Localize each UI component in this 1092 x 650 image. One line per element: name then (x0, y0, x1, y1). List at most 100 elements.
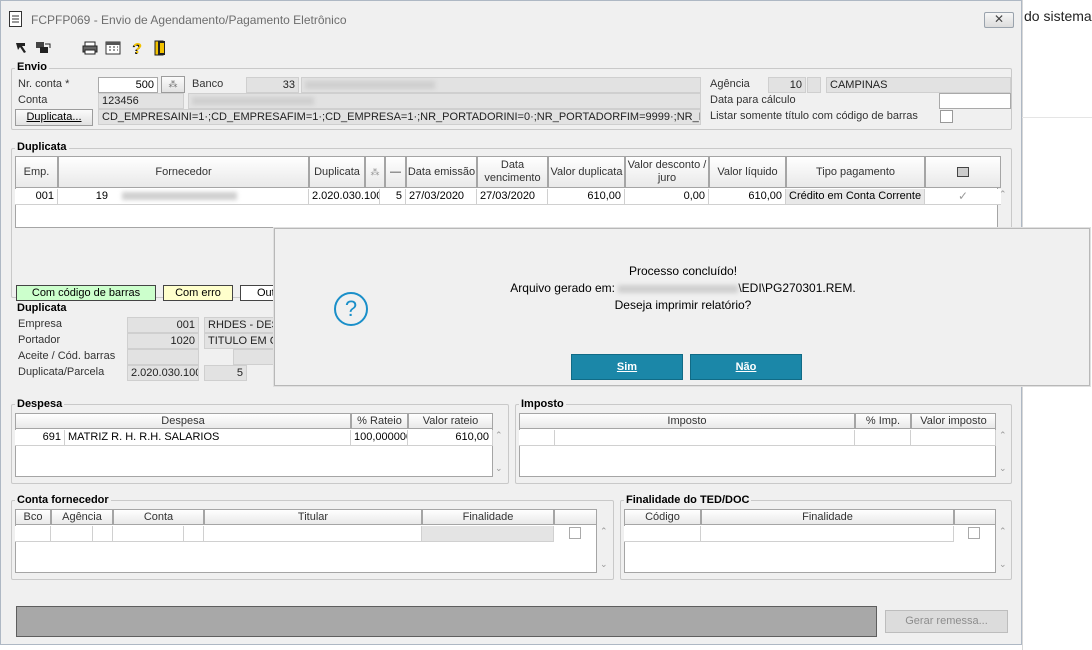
conta-cell (113, 526, 184, 542)
col-despesa[interactable]: Despesa (15, 413, 351, 429)
col-valor-rateio[interactable]: Valor rateio (408, 413, 493, 429)
despesa-name: MATRIZ R. H. R.H. SALARIOS (65, 430, 351, 446)
col-imposto[interactable]: Imposto (519, 413, 855, 429)
nr-conta-lookup-icon[interactable]: ⁂ (161, 76, 185, 93)
filter-text: CD_EMPRESAINI=1·;CD_EMPRESAFIM=1·;CD_EMP… (98, 109, 701, 125)
portador-name: TITULO EM CA (204, 333, 276, 349)
row-fornecedor: 19 (58, 189, 309, 205)
ted-checkbox[interactable] (968, 527, 980, 539)
document-icon (9, 11, 22, 27)
col-valor-duplicata[interactable]: Valor duplicata (548, 156, 625, 188)
col-imp-pct[interactable]: % Imp. (855, 413, 911, 429)
nr-conta-label: Nr. conta * (18, 78, 70, 90)
col-valor-liquido[interactable]: Valor líquido (709, 156, 786, 188)
scroll-up-icon[interactable]: ⌃ (999, 526, 1007, 537)
col-valor-imposto[interactable]: Valor imposto (911, 413, 996, 429)
portador-value: 1020 (127, 333, 199, 349)
scroll-down-icon[interactable]: ⌄ (999, 559, 1007, 570)
conta-value: 123456 (98, 93, 184, 109)
data-calculo-input[interactable] (939, 93, 1011, 109)
nr-conta-input[interactable]: 500 (98, 77, 158, 93)
col-valor-desconto[interactable]: Valor desconto / juro (625, 156, 709, 188)
row-valor-duplicata: 610,00 (548, 189, 625, 205)
scroll-down-icon[interactable]: ⌄ (999, 463, 1007, 474)
empresa-label: Empresa (18, 318, 63, 330)
col-parcela[interactable]: — (385, 156, 406, 188)
data-calculo-label: Data para cálculo (710, 94, 796, 106)
col-agencia[interactable]: Agência (51, 509, 113, 525)
empresa-value: 001 (127, 317, 199, 333)
row-data-vencimento: 27/03/2020 (477, 189, 548, 205)
col-finalidade-ted[interactable]: Finalidade (701, 509, 954, 525)
scroll-down-icon[interactable]: ⌄ (495, 463, 503, 474)
confirmation-dialog: ? Processo concluído! Arquivo gerado em:… (274, 228, 1090, 386)
empresa-name: RHDES - DESE (204, 317, 276, 333)
portador-label: Portador (18, 334, 61, 346)
col-bco[interactable]: Bco (15, 509, 51, 525)
calendar-icon[interactable] (104, 40, 122, 56)
first-icon[interactable] (13, 40, 31, 56)
row-duplicata: 2.020.030.100 (309, 189, 380, 205)
conta-cell (15, 526, 51, 542)
col-tipo-pagamento[interactable]: Tipo pagamento (786, 156, 925, 188)
col-data-emissao[interactable]: Data emissão (406, 156, 477, 188)
col-fornecedor[interactable]: Fornecedor (58, 156, 309, 188)
row-tipo-pagamento: Crédito em Conta Corrente (786, 189, 925, 205)
exit-door-icon[interactable] (151, 40, 169, 56)
duplicata-grid-label: Duplicata (15, 141, 69, 153)
print-icon[interactable] (81, 40, 99, 56)
row-check-icon[interactable]: ✓ (925, 189, 1001, 205)
scroll-up-icon[interactable]: ⌃ (600, 526, 608, 537)
parcela-value: 5 (204, 365, 247, 381)
window-title: FCPFP069 - Envio de Agendamento/Pagament… (31, 13, 347, 27)
col-emp[interactable]: Emp. (15, 156, 58, 188)
help-icon[interactable]: ?? (128, 40, 146, 56)
dialog-message-question: Deseja imprimir relatório? (614, 298, 752, 312)
col-finalidade[interactable]: Finalidade (422, 509, 554, 525)
ted-cell (701, 526, 954, 542)
conta-cell (51, 526, 93, 542)
imposto-cell (911, 430, 996, 446)
col-check[interactable] (554, 509, 597, 525)
despesa-group-label: Despesa (15, 398, 65, 410)
col-rateio[interactable]: % Rateio (351, 413, 408, 429)
background-divider (1022, 117, 1092, 118)
despesa-rateio: 100,000000 (351, 430, 408, 446)
scroll-up-icon[interactable]: ⌃ (999, 189, 1007, 200)
duplicata-button[interactable]: Duplicata... (15, 109, 93, 126)
conta-name (188, 93, 701, 109)
blurred-path (618, 284, 739, 293)
legend-com-codigo: Com código de barras (16, 285, 156, 301)
row-emp: 001 (15, 189, 58, 205)
dup-parcela-label: Duplicata/Parcela (18, 366, 105, 378)
row-parcela: 5 (380, 189, 406, 205)
svg-text:?: ? (133, 40, 142, 56)
scroll-up-icon[interactable]: ⌃ (495, 430, 503, 441)
select-all-icon[interactable] (957, 167, 969, 177)
col-data-vencimento[interactable]: Data vencimento (477, 156, 548, 188)
agencia-digit (807, 77, 821, 93)
gerar-remessa-button[interactable]: Gerar remessa... (885, 610, 1008, 633)
col-sort-icon[interactable]: ⁂ (365, 156, 385, 188)
scroll-down-icon[interactable]: ⌄ (600, 559, 608, 570)
imposto-cell (555, 430, 855, 446)
dialog-message-title: Processo concluído! (628, 264, 738, 278)
col-codigo[interactable]: Código (624, 509, 701, 525)
col-titular[interactable]: Titular (204, 509, 422, 525)
grid-next-icon[interactable] (34, 40, 52, 56)
col-check[interactable] (954, 509, 996, 525)
row-valor-liquido: 610,00 (709, 189, 786, 205)
close-button[interactable]: ✕ (984, 12, 1014, 28)
listar-checkbox[interactable] (940, 110, 953, 123)
envio-group-label: Envio (15, 61, 49, 73)
col-select-all[interactable] (925, 156, 1001, 188)
conta-checkbox[interactable] (569, 527, 581, 539)
imposto-cell (855, 430, 911, 446)
conta-cell (422, 526, 554, 542)
yes-button[interactable]: Sim (571, 354, 683, 380)
banco-name (301, 77, 701, 93)
no-button[interactable]: Não (690, 354, 802, 380)
scroll-up-icon[interactable]: ⌃ (999, 430, 1007, 441)
col-conta[interactable]: Conta (113, 509, 204, 525)
col-duplicata[interactable]: Duplicata (309, 156, 365, 188)
